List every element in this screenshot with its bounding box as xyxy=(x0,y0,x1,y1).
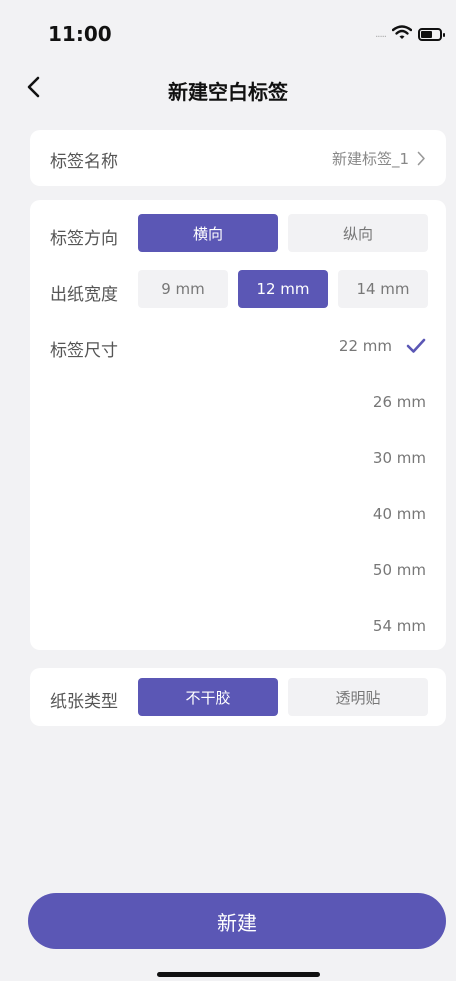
wifi-icon xyxy=(391,24,413,44)
paper-option-adhesive[interactable]: 不干胶 xyxy=(138,678,278,716)
direction-option-horizontal[interactable]: 横向 xyxy=(138,214,278,252)
size-option-30mm[interactable]: 30 mm xyxy=(226,438,426,478)
size-option-54mm[interactable]: 54 mm xyxy=(226,606,426,646)
paper-option-transparent[interactable]: 透明贴 xyxy=(288,678,428,716)
paper-width-label: 出纸宽度 xyxy=(50,285,118,305)
status-icons: ..... xyxy=(375,24,445,44)
checkmark-icon xyxy=(406,338,426,354)
direction-label: 标签方向 xyxy=(50,229,118,249)
width-option-9mm[interactable]: 9 mm xyxy=(138,270,228,308)
chevron-right-icon xyxy=(417,151,425,166)
create-button[interactable]: 新建 xyxy=(28,893,446,949)
label-name-label: 标签名称 xyxy=(50,152,118,172)
size-option-22mm[interactable]: 22 mm xyxy=(226,326,426,366)
settings-card: 标签方向 横向 纵向 出纸宽度 9 mm 12 mm 14 mm 标签尺寸 22… xyxy=(30,200,446,650)
paper-type-label: 纸张类型 xyxy=(50,692,118,712)
label-name-row[interactable]: 标签名称 新建标签_1 xyxy=(30,130,446,186)
home-indicator xyxy=(157,972,320,977)
size-option-50mm[interactable]: 50 mm xyxy=(226,550,426,590)
width-option-14mm[interactable]: 14 mm xyxy=(338,270,428,308)
status-bar: 11:00 ..... xyxy=(0,0,456,62)
size-option-40mm[interactable]: 40 mm xyxy=(226,494,426,534)
size-option-26mm[interactable]: 26 mm xyxy=(226,382,426,422)
paper-type-card: 纸张类型 不干胶 透明贴 xyxy=(30,668,446,726)
signal-icon: ..... xyxy=(375,28,387,40)
page-title: 新建空白标签 xyxy=(168,80,288,104)
direction-option-vertical[interactable]: 纵向 xyxy=(288,214,428,252)
label-name-value[interactable]: 新建标签_1 xyxy=(332,148,426,169)
nav-bar: 新建空白标签 xyxy=(0,62,456,114)
label-size-label: 标签尺寸 xyxy=(50,341,118,361)
width-option-12mm[interactable]: 12 mm xyxy=(238,270,328,308)
status-time: 11:00 xyxy=(48,22,112,46)
label-name-text: 新建标签_1 xyxy=(331,150,409,168)
battery-icon xyxy=(418,27,445,41)
size-option-text: 22 mm xyxy=(338,337,392,355)
